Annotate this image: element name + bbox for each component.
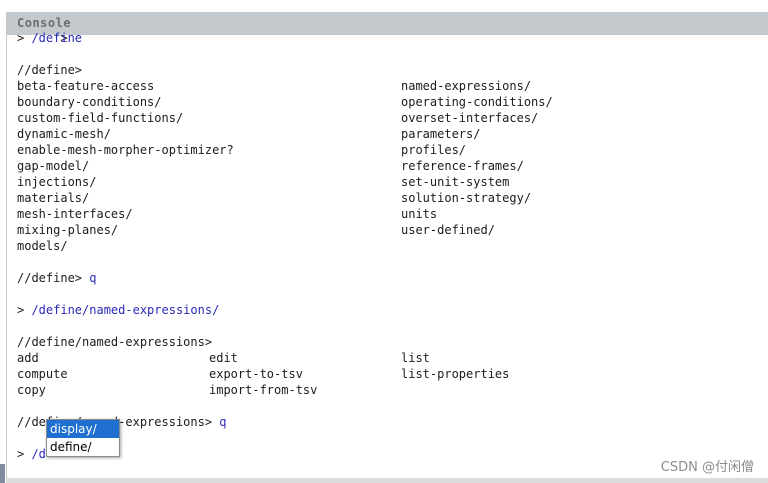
menu-item: operating-conditions/ — [401, 95, 553, 109]
autocomplete-popup[interactable]: display/ define/ — [46, 419, 120, 457]
output-line: > /define/named-expressions/ — [17, 302, 768, 318]
typed-input[interactable]: /d — [31, 447, 45, 461]
prompt-text: > — [17, 303, 32, 317]
prompt-text: > — [17, 31, 32, 45]
menu-item: add — [17, 351, 39, 365]
menu-row: gap-model/reference-frames/ — [17, 158, 768, 174]
menu-row: add edit list — [17, 350, 768, 366]
menu-row: compute export-to-tsv list-properties — [17, 366, 768, 382]
menu-item: list — [401, 351, 430, 365]
command-text: /define — [31, 31, 83, 45]
menu-item: export-to-tsv — [209, 367, 303, 381]
output-line: //define> — [17, 62, 768, 78]
menu-item: dynamic-mesh/ — [17, 127, 111, 141]
menu-row: beta-feature-access named-expressions/ — [17, 78, 768, 94]
menu-row: dynamic-mesh/parameters/ — [17, 126, 768, 142]
menu-item: compute — [17, 367, 68, 381]
command-text: q — [219, 415, 227, 429]
autocomplete-option-selected[interactable]: display/ — [47, 420, 119, 438]
menu-row: models/ — [17, 238, 768, 254]
prompt-text: //define> — [17, 271, 90, 285]
menu-item: overset-interfaces/ — [401, 111, 539, 125]
menu-row: mesh-interfaces/units — [17, 206, 768, 222]
menu-item: copy — [17, 383, 46, 397]
menu-item: list-properties — [401, 367, 510, 381]
menu-item: profiles/ — [401, 143, 467, 157]
menu-row: custom-field-functions/overset-interface… — [17, 110, 768, 126]
output-line: //define/named-expressions> — [17, 334, 768, 350]
menu-item: edit — [209, 351, 238, 365]
menu-item: custom-field-functions/ — [17, 111, 184, 125]
output-line: > /define — [17, 30, 768, 46]
menu-row: enable-mesh-morpher-optimizer? profiles/ — [17, 142, 768, 158]
menu-item: enable-mesh-morpher-optimizer? — [17, 143, 234, 157]
menu-item: beta-feature-access — [17, 79, 155, 93]
menu-item: named-expressions/ — [401, 79, 532, 93]
menu-item: import-from-tsv — [209, 383, 318, 397]
menu-item: set-unit-system — [401, 175, 510, 189]
command-text: q — [89, 271, 97, 285]
menu-item: mesh-interfaces/ — [17, 207, 133, 221]
output-line: //define/named-expressions> q — [17, 414, 768, 430]
menu-item: solution-strategy/ — [401, 191, 532, 205]
horizontal-scrollbar[interactable] — [6, 478, 768, 483]
command-text: /define/named-expressions/ — [31, 303, 220, 317]
input-line[interactable]: > /d — [17, 446, 768, 462]
menu-item: boundary-conditions/ — [17, 95, 162, 109]
prompt-text: > — [17, 447, 32, 461]
output-line: //define> q — [17, 270, 768, 286]
menu-row: copy import-from-tsv — [17, 382, 768, 398]
console-panel: Console > > /define //define> beta-featu… — [6, 12, 768, 483]
gutter-marker — [0, 464, 5, 483]
menu-row: materials/solution-strategy/ — [17, 190, 768, 206]
prompt-text: //define/named-expressions> — [17, 335, 213, 349]
menu-item: parameters/ — [401, 127, 481, 141]
menu-row: injections/set-unit-system — [17, 174, 768, 190]
menu-item: user-defined/ — [401, 223, 495, 237]
menu-item: mixing-planes/ — [17, 223, 119, 237]
menu-row: mixing-planes/user-defined/ — [17, 222, 768, 238]
watermark-text: CSDN @付闲僧 — [660, 460, 754, 475]
menu-item: reference-frames/ — [401, 159, 524, 173]
prompt-text: //define> — [17, 63, 83, 77]
menu-item: injections/ — [17, 175, 97, 189]
autocomplete-option[interactable]: define/ — [47, 438, 119, 456]
console-output[interactable]: > > /define //define> beta-feature-acces… — [17, 30, 768, 462]
menu-row: boundary-conditions/operating-conditions… — [17, 94, 768, 110]
menu-item: materials/ — [17, 191, 90, 205]
menu-item: models/ — [17, 239, 68, 253]
menu-item: gap-model/ — [17, 159, 90, 173]
menu-item: units — [401, 207, 438, 221]
